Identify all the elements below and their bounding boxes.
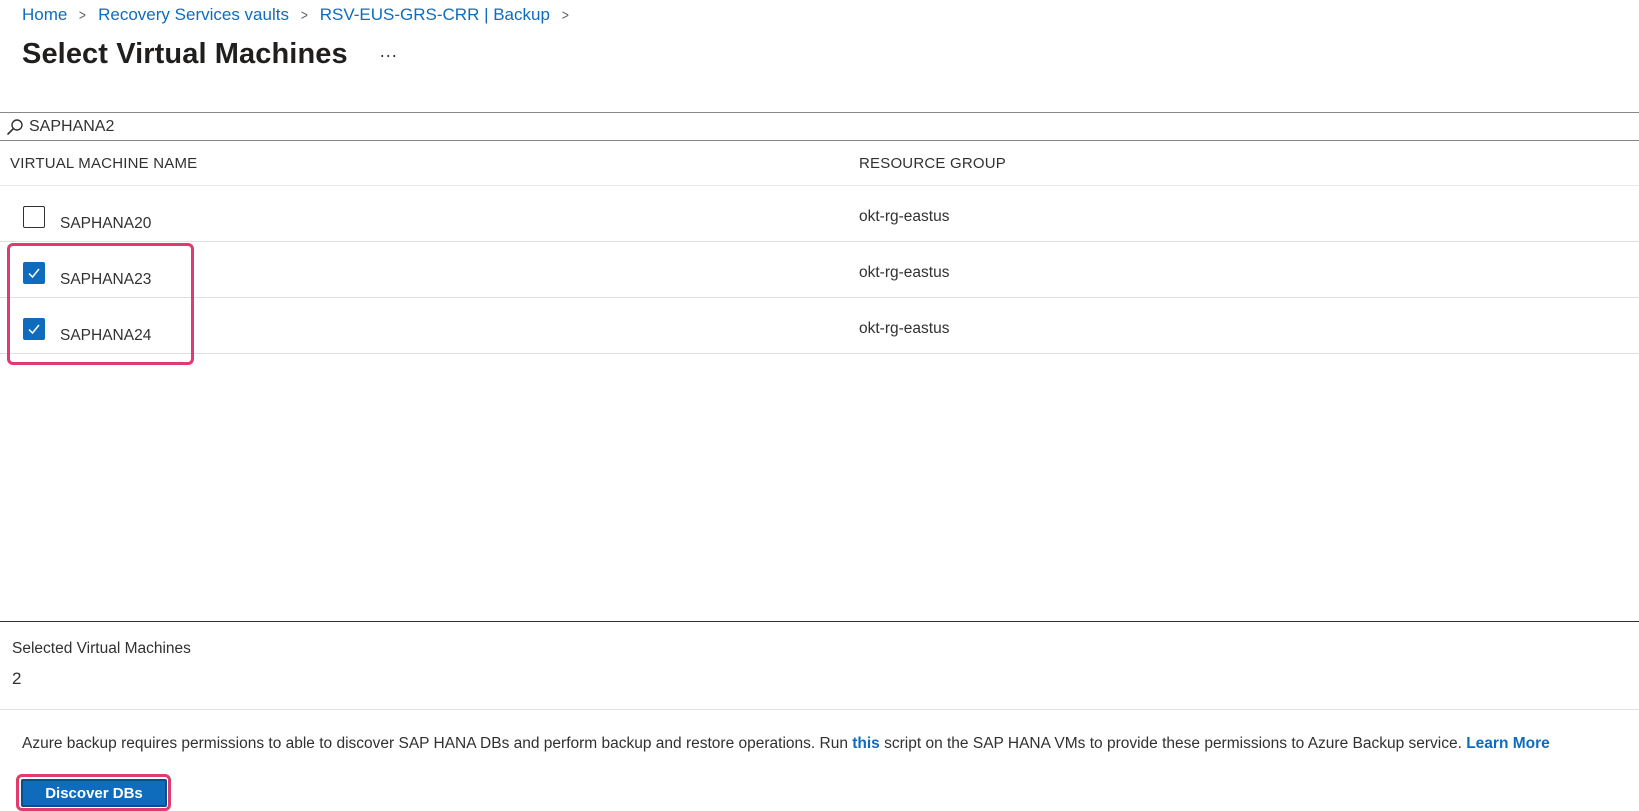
column-header-vm-name[interactable]: VIRTUAL MACHINE NAME: [10, 155, 197, 172]
selected-vms-count: 2: [12, 669, 22, 688]
chevron-right-icon: >: [300, 6, 308, 24]
search-input[interactable]: [29, 117, 1529, 136]
section-divider: [0, 621, 1639, 622]
note-text-before: Azure backup requires permissions to abl…: [22, 735, 853, 752]
column-header-resource-group[interactable]: RESOURCE GROUP: [859, 155, 1006, 172]
table-row[interactable]: SAPHANA20 okt-rg-eastus: [0, 186, 1639, 242]
chevron-right-icon: >: [79, 6, 87, 24]
table-row[interactable]: SAPHANA23 okt-rg-eastus: [0, 242, 1639, 298]
table-row[interactable]: SAPHANA24 okt-rg-eastus: [0, 298, 1639, 354]
vm-name: SAPHANA20: [60, 215, 152, 232]
chevron-right-icon: >: [561, 6, 569, 24]
resource-group: okt-rg-eastus: [859, 264, 950, 281]
table-header: VIRTUAL MACHINE NAME RESOURCE GROUP: [0, 141, 1639, 186]
note-text-after: script on the SAP HANA VMs to provide th…: [879, 735, 1467, 752]
learn-more-link[interactable]: Learn More: [1466, 735, 1550, 752]
breadcrumb-vault-backup-link[interactable]: RSV-EUS-GRS-CRR | Backup: [320, 5, 550, 25]
footer-divider: [0, 709, 1639, 710]
selected-vms-label: Selected Virtual Machines: [12, 640, 191, 657]
title-row: Select Virtual Machines ...: [22, 38, 398, 71]
breadcrumb: Home > Recovery Services vaults > RSV-EU…: [22, 5, 581, 25]
resource-group: okt-rg-eastus: [859, 320, 950, 337]
script-link[interactable]: this: [852, 735, 880, 752]
page-title: Select Virtual Machines: [22, 38, 348, 70]
search-bar: [0, 112, 1639, 141]
search-icon: [7, 118, 23, 135]
permissions-note: Azure backup requires permissions to abl…: [22, 735, 1550, 753]
breadcrumb-recovery-vaults-link[interactable]: Recovery Services vaults: [98, 5, 289, 25]
discover-dbs-button[interactable]: Discover DBs: [21, 779, 167, 807]
selected-rows-highlight: [7, 243, 194, 365]
row-checkbox[interactable]: [23, 206, 45, 228]
more-options-button[interactable]: ...: [380, 41, 398, 62]
resource-group: okt-rg-eastus: [859, 208, 950, 225]
breadcrumb-home-link[interactable]: Home: [22, 5, 67, 25]
